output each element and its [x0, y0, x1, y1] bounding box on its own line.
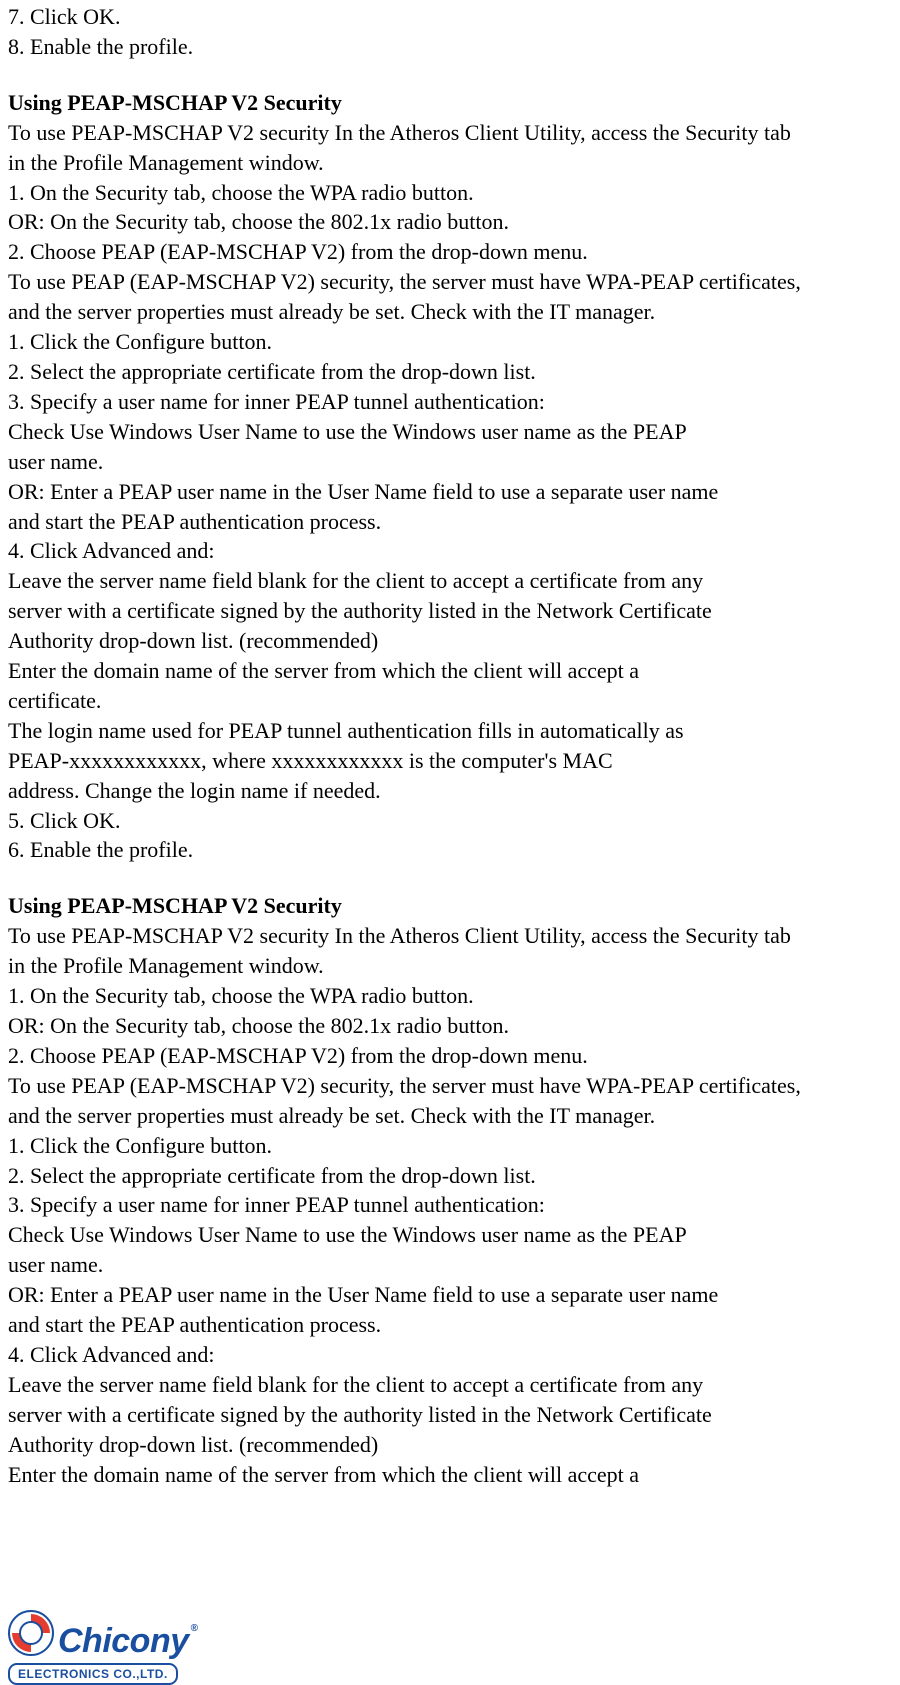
body-line: Leave the server name field blank for th…: [8, 1370, 892, 1400]
brand-name: Chicony: [58, 1624, 189, 1658]
document-page: 7. Click OK. 8. Enable the profile. Usin…: [0, 0, 900, 1685]
body-line: OR: Enter a PEAP user name in the User N…: [8, 1280, 892, 1310]
body-line: To use PEAP-MSCHAP V2 security In the At…: [8, 921, 892, 951]
body-line: 8. Enable the profile.: [8, 32, 892, 62]
section-heading: Using PEAP-MSCHAP V2 Security: [8, 891, 892, 921]
body-line: 3. Specify a user name for inner PEAP tu…: [8, 1190, 892, 1220]
body-line: Authority drop-down list. (recommended): [8, 1430, 892, 1460]
body-line: in the Profile Management window.: [8, 148, 892, 178]
body-line: certificate.: [8, 686, 892, 716]
brand-logo: Chicony ® ELECTRONICS CO.,LTD.: [8, 1610, 258, 1685]
logo-top-row: Chicony ®: [8, 1610, 258, 1656]
body-line: server with a certificate signed by the …: [8, 1400, 892, 1430]
body-line: Leave the server name field blank for th…: [8, 566, 892, 596]
body-line: 2. Select the appropriate certificate fr…: [8, 357, 892, 387]
body-line: OR: Enter a PEAP user name in the User N…: [8, 477, 892, 507]
body-line: Check Use Windows User Name to use the W…: [8, 1220, 892, 1250]
body-line: 5. Click OK.: [8, 806, 892, 836]
body-line: address. Change the login name if needed…: [8, 776, 892, 806]
body-line: To use PEAP-MSCHAP V2 security In the At…: [8, 118, 892, 148]
body-line: user name.: [8, 1250, 892, 1280]
body-line: server with a certificate signed by the …: [8, 596, 892, 626]
body-line: 1. Click the Configure button.: [8, 1131, 892, 1161]
body-line: To use PEAP (EAP-MSCHAP V2) security, th…: [8, 267, 892, 297]
blank-line: [8, 62, 892, 88]
section-heading: Using PEAP-MSCHAP V2 Security: [8, 88, 892, 118]
body-line: and start the PEAP authentication proces…: [8, 507, 892, 537]
body-line: 4. Click Advanced and:: [8, 1340, 892, 1370]
logo-mark-icon: [8, 1610, 54, 1656]
registered-mark-icon: ®: [191, 1622, 198, 1636]
body-line: 2. Choose PEAP (EAP-MSCHAP V2) from the …: [8, 237, 892, 267]
body-line: user name.: [8, 447, 892, 477]
body-line: Enter the domain name of the server from…: [8, 656, 892, 686]
body-line: 1. On the Security tab, choose the WPA r…: [8, 981, 892, 1011]
body-line: The login name used for PEAP tunnel auth…: [8, 716, 892, 746]
body-line: and the server properties must already b…: [8, 1101, 892, 1131]
page-footer: Chicony ® ELECTRONICS CO.,LTD.: [8, 1610, 892, 1685]
body-line: 2. Choose PEAP (EAP-MSCHAP V2) from the …: [8, 1041, 892, 1071]
body-line: 1. Click the Configure button.: [8, 327, 892, 357]
body-line: Check Use Windows User Name to use the W…: [8, 417, 892, 447]
body-line: PEAP-xxxxxxxxxxxx, where xxxxxxxxxxxx is…: [8, 746, 892, 776]
body-line: 3. Specify a user name for inner PEAP tu…: [8, 387, 892, 417]
body-line: in the Profile Management window.: [8, 951, 892, 981]
body-line: Enter the domain name of the server from…: [8, 1460, 892, 1490]
blank-line: [8, 865, 892, 891]
body-line: and start the PEAP authentication proces…: [8, 1310, 892, 1340]
body-line: and the server properties must already b…: [8, 297, 892, 327]
body-line: 7. Click OK.: [8, 2, 892, 32]
body-line: OR: On the Security tab, choose the 802.…: [8, 1011, 892, 1041]
body-line: 6. Enable the profile.: [8, 835, 892, 865]
body-line: OR: On the Security tab, choose the 802.…: [8, 207, 892, 237]
body-line: 2. Select the appropriate certificate fr…: [8, 1161, 892, 1191]
body-line: 1. On the Security tab, choose the WPA r…: [8, 178, 892, 208]
body-line: 4. Click Advanced and:: [8, 536, 892, 566]
body-line: Authority drop-down list. (recommended): [8, 626, 892, 656]
company-name: ELECTRONICS CO.,LTD.: [8, 1663, 178, 1685]
body-line: To use PEAP (EAP-MSCHAP V2) security, th…: [8, 1071, 892, 1101]
